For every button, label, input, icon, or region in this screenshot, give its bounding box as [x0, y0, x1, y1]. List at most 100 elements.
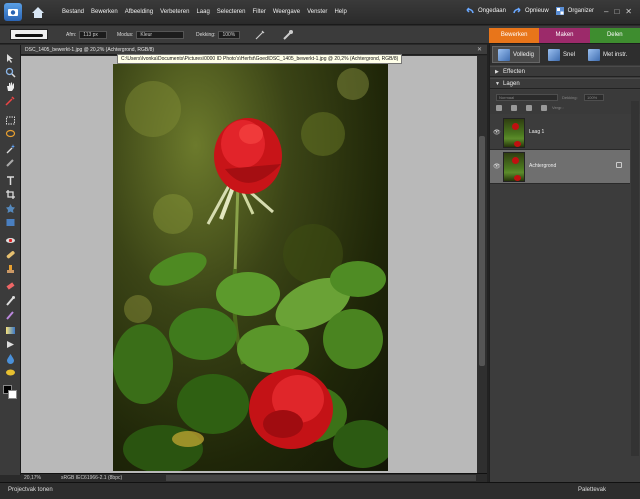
lasso-tool-icon[interactable]: [4, 129, 16, 140]
status-bar: 20,17% sRGB IEC61966-2.1 (8bpc): [21, 473, 487, 482]
palette-bin-toggle[interactable]: Palettevak: [578, 487, 606, 493]
move-tool-icon[interactable]: [4, 53, 16, 64]
mode-label: Modus:: [117, 32, 134, 38]
file-path-tooltip: C:\Users\Ivonka\Documents\Pictures\0000 …: [117, 54, 403, 64]
brush-settings-icon[interactable]: [282, 29, 294, 41]
menu-item-selecteren[interactable]: Selecteren: [217, 9, 246, 15]
menu-item-venster[interactable]: Venster: [307, 9, 327, 15]
layer-row-achtergrond[interactable]: 👁 Achtergrond: [490, 150, 630, 184]
tab-maken[interactable]: Maken: [539, 28, 590, 43]
sponge-tool-icon[interactable]: [4, 367, 16, 378]
tab-volledig-label: Volledig: [513, 51, 535, 58]
organizer-button[interactable]: Organizer: [555, 6, 594, 16]
layer-name: Laag 1: [529, 129, 545, 135]
edit-sub-tabs: Volledig Snel Met instr.: [490, 44, 640, 65]
tab-snel[interactable]: Snel: [543, 46, 580, 63]
menu-item-help[interactable]: Help: [334, 9, 346, 15]
clone-stamp-tool-icon[interactable]: [4, 263, 16, 274]
red-eye-tool-icon[interactable]: [4, 235, 16, 246]
layer-opacity-label: Dekking:: [562, 95, 578, 100]
magic-wand-tool-icon[interactable]: [4, 143, 16, 154]
undo-label: Ongedaan: [477, 8, 506, 14]
effects-panel-header[interactable]: ▶ Effecten: [490, 66, 640, 77]
close-window-button[interactable]: ✕: [625, 7, 632, 16]
brush-tool-icon[interactable]: [4, 295, 16, 306]
bottom-bar: Projectvak tonen Palettevak: [0, 482, 640, 499]
menu-bar: Bestand Bewerken Afbeelding Verbeteren L…: [0, 0, 640, 25]
menu-item-afbeelding[interactable]: Afbeelding: [125, 9, 153, 15]
delete-layer-icon[interactable]: [526, 105, 532, 111]
gradient-tool-icon[interactable]: [4, 325, 16, 336]
home-icon[interactable]: [31, 6, 45, 19]
color-swatches[interactable]: [3, 385, 17, 399]
healing-brush-tool-icon[interactable]: [4, 249, 16, 260]
layer-opacity-field[interactable]: 100%: [584, 94, 604, 101]
guided-edit-icon: [588, 48, 601, 61]
selection-brush-tool-icon[interactable]: [4, 157, 16, 168]
layers-panel-header[interactable]: ▼ Lagen: [490, 78, 640, 89]
minimize-button[interactable]: –: [604, 7, 608, 16]
maximize-button[interactable]: □: [614, 7, 619, 16]
layer-thumbnail: [503, 152, 525, 182]
smart-brush-tool-icon[interactable]: [4, 309, 16, 320]
mode-tabs: Bewerken Maken Delen: [489, 28, 640, 43]
document-image[interactable]: [113, 64, 388, 471]
visibility-eye-icon[interactable]: 👁: [493, 163, 501, 170]
layer-row-laag-1[interactable]: 👁 Laag 1: [490, 116, 630, 150]
menu-item-bewerken[interactable]: Bewerken: [91, 9, 118, 15]
blend-mode-select[interactable]: Normaal: [496, 94, 558, 101]
effects-label: Effecten: [503, 69, 525, 75]
app-logo-icon: [4, 3, 22, 21]
mode-select[interactable]: Kleur: [136, 31, 185, 39]
project-bin-toggle[interactable]: Projectvak tonen: [8, 487, 53, 493]
close-document-icon[interactable]: ✕: [477, 46, 482, 53]
eyedropper-tool-icon[interactable]: [4, 95, 16, 106]
type-tool-icon[interactable]: [4, 175, 16, 186]
menu-item-laag[interactable]: Laag: [196, 9, 209, 15]
lock-label: Vergr.:: [552, 105, 564, 110]
tab-met-instr[interactable]: Met instr.: [583, 46, 632, 63]
link-layers-icon[interactable]: [541, 105, 547, 111]
recompose-tool-icon[interactable]: [4, 217, 16, 228]
scrollbar-thumb[interactable]: [479, 136, 485, 366]
crop-tool-icon[interactable]: [4, 189, 16, 200]
cookie-cutter-tool-icon[interactable]: [4, 203, 16, 214]
marquee-tool-icon[interactable]: [4, 115, 16, 126]
menu-item-filter[interactable]: Filter: [252, 9, 265, 15]
tab-met-instr-label: Met instr.: [603, 51, 628, 58]
layer-options: Normaal Dekking: 100% Vergr.:: [490, 90, 640, 114]
zoom-tool-icon[interactable]: [4, 67, 16, 78]
menu-item-verbeteren[interactable]: Verbeteren: [160, 9, 189, 15]
new-layer-icon[interactable]: [496, 105, 502, 111]
airbrush-icon[interactable]: [254, 29, 266, 41]
size-field[interactable]: 113 px: [79, 31, 108, 39]
undo-button[interactable]: Ongedaan: [465, 6, 506, 16]
expand-icon: ▶: [495, 69, 499, 75]
redo-icon: [513, 7, 521, 14]
vertical-scrollbar[interactable]: [477, 56, 487, 473]
lock-icon: [616, 162, 622, 168]
layers-scrollbar[interactable]: [631, 101, 639, 456]
tab-bewerken[interactable]: Bewerken: [489, 28, 540, 43]
eraser-tool-icon[interactable]: [4, 281, 16, 292]
horizontal-scrollbar[interactable]: [166, 475, 476, 481]
hand-tool-icon[interactable]: [4, 81, 16, 92]
blur-tool-icon[interactable]: [4, 353, 16, 364]
visibility-eye-icon[interactable]: 👁: [493, 129, 501, 136]
opacity-field[interactable]: 100%: [218, 31, 241, 39]
adjustment-layer-icon[interactable]: [511, 105, 517, 111]
tab-volledig[interactable]: Volledig: [492, 46, 541, 63]
shape-tool-icon[interactable]: [4, 339, 16, 350]
full-edit-icon: [498, 48, 510, 61]
redo-button[interactable]: Opnieuw: [512, 6, 549, 16]
opacity-label: Dekking:: [196, 32, 216, 38]
palette-bin: Volledig Snel Met instr. ▶ Effecten ▼ La…: [489, 44, 640, 482]
tab-delen[interactable]: Delen: [589, 28, 640, 43]
layer-name: Achtergrond: [529, 163, 557, 169]
menu-item-bestand[interactable]: Bestand: [62, 9, 84, 15]
menu-item-weergave[interactable]: Weergave: [273, 9, 300, 15]
size-label: Afm:: [66, 32, 77, 38]
brush-preset-picker[interactable]: [10, 29, 48, 40]
layers-label: Lagen: [503, 81, 520, 87]
zoom-readout[interactable]: 20,17%: [24, 475, 41, 481]
